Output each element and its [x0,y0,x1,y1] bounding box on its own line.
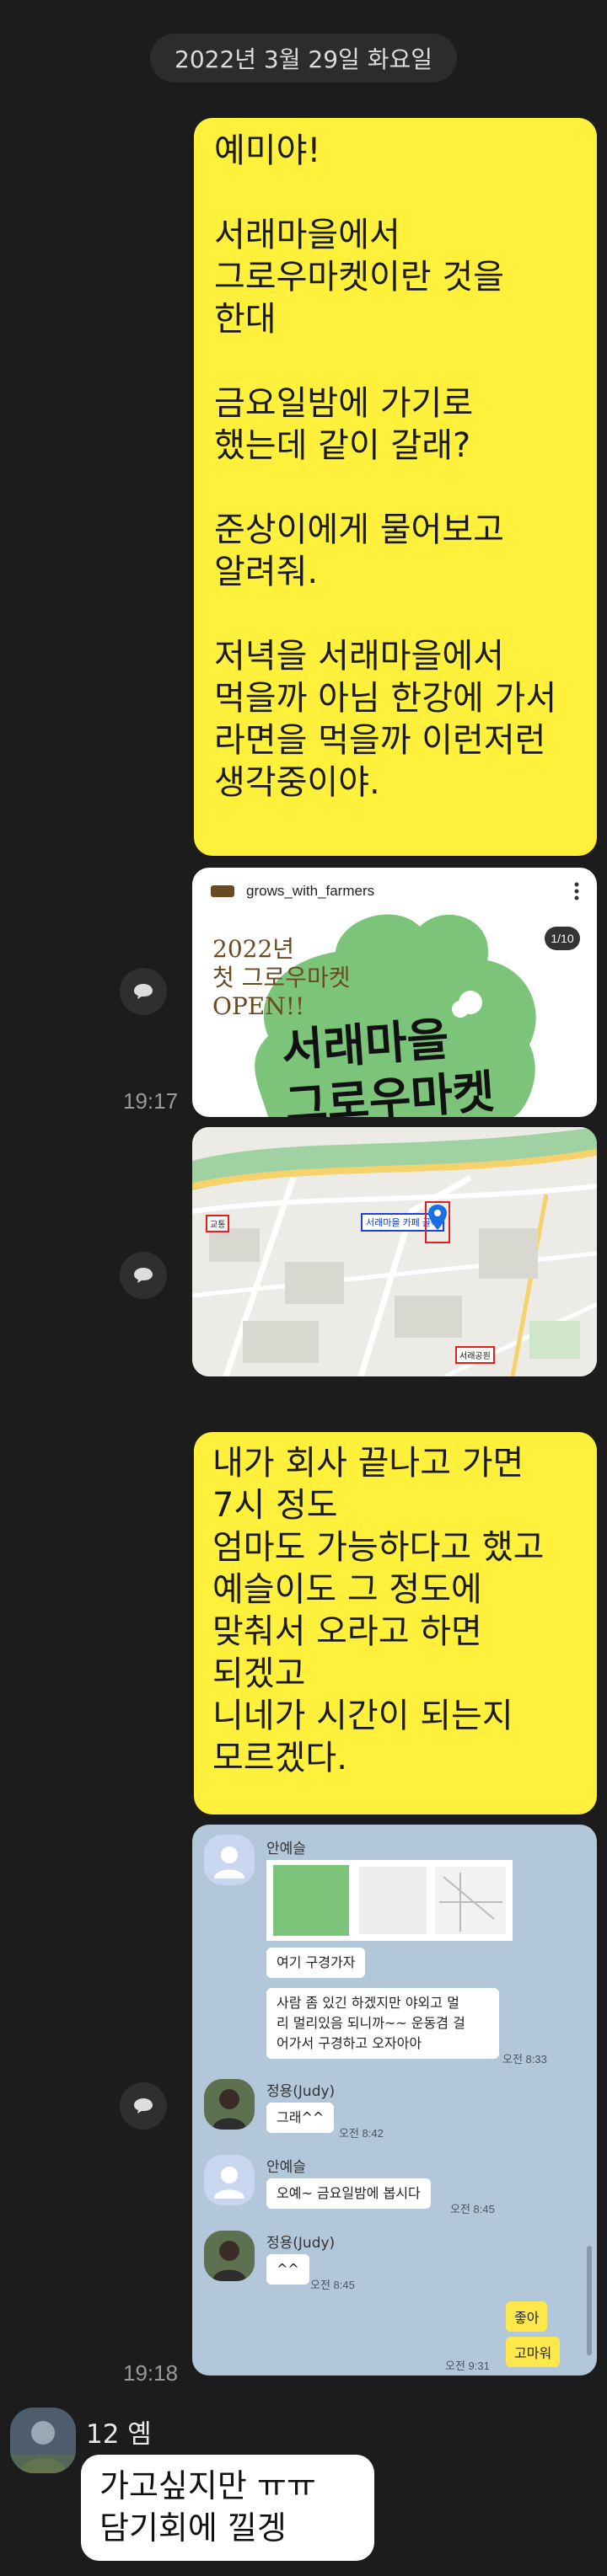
chat-time: 오전 8:45 [450,2203,495,2215]
my-message-bubble[interactable]: 내가 회사 끝나고 가면 7시 정도 엄마도 가능하다고 했고 예슬이도 그 정… [194,1432,597,1814]
chat-sender-name: 정용(Judy) [266,2083,336,2100]
their-message-bubble[interactable]: 가고싶지만 ㅠㅠ 담기회에 낄겡 [81,2455,374,2561]
share-button[interactable] [120,2082,167,2130]
default-person-icon [214,1846,244,1879]
image-counter: 1/10 [545,927,580,950]
map-image-card[interactable]: 서래마을 카페 골목 교통 서래공원 [192,1127,597,1376]
share-icon [134,2098,153,2114]
chat-bubble: 사람 좀 있긴 하겠지만 야외고 멀 리 멀리있음 되니까~~ 운동겸 걸 어가… [266,1988,499,2059]
chat-bubble: 오예~ 금요일밤에 봅시다 [266,2178,431,2209]
chat-scrollbar[interactable] [587,2246,592,2355]
share-button[interactable] [120,968,167,1015]
profile-photo [204,2079,255,2130]
profile-photo [10,2408,76,2473]
instagram-cursive-text: 서래마을 그로우마켓 [279,1011,497,1117]
share-icon [134,1268,153,1283]
chat-avatar [204,2231,255,2281]
chat-sender-name: 정용(Judy) [266,2235,336,2252]
flyer-thumbnail [273,1865,506,1936]
chat-avatar [204,1835,255,1885]
timestamp: 19:17 [123,1088,179,1114]
sender-name: 12 옘 [86,2419,152,2450]
my-message-bubble[interactable]: 예미야! 서래마을에서 그로우마켓이란 것을 한대 금요일밤에 가기로 했는데 … [194,118,597,856]
date-divider: 2022년 3월 29일 화요일 [150,34,457,83]
map-pin [425,1201,450,1243]
chat-time: 오전 8:42 [339,2127,384,2140]
chat-avatar [204,2079,255,2130]
chat-screenshot-image[interactable]: 안예슬 여기 구경가자 사람 좀 있긴 하겠지만 야외고 멀 리 멀리있음 되니… [192,1825,597,2376]
chat-time: 오전 8:45 [310,2279,355,2291]
timestamp: 19:18 [123,2360,179,2386]
instagram-image-card[interactable]: grows_with_farmers 2022년 첫 그로우마켓 OPEN!! … [192,868,597,1117]
chat-bubble: 그래^^ [266,2103,335,2133]
map-red-label-bottom: 서래공원 [455,1346,495,1364]
chat-bubble: ^^ [266,2254,309,2285]
chat-sender-name: 안예슬 [266,1841,306,1857]
chat-sender-name: 안예슬 [266,2159,306,2176]
chat-shared-image [266,1860,513,1941]
chat-avatar [204,2155,255,2205]
sender-avatar[interactable] [10,2408,76,2473]
chat-time: 오전 9:31 [445,2360,490,2372]
share-icon [134,984,153,999]
profile-photo [204,2231,255,2281]
map-red-label-left: 교통 [206,1215,230,1232]
chat-bubble: 여기 구경가자 [266,1948,366,1978]
map-pin-icon [428,1205,447,1230]
chat-my-bubble: 좋아 [506,2301,548,2332]
instagram-headline: 2022년 첫 그로우마켓 OPEN!! [212,935,351,1020]
default-person-icon [214,2167,244,2199]
map-illustration [192,1127,597,1376]
share-button[interactable] [120,1252,167,1299]
chat-time: 오전 8:33 [502,2053,547,2066]
chat-my-bubble: 고마워 [506,2337,561,2367]
